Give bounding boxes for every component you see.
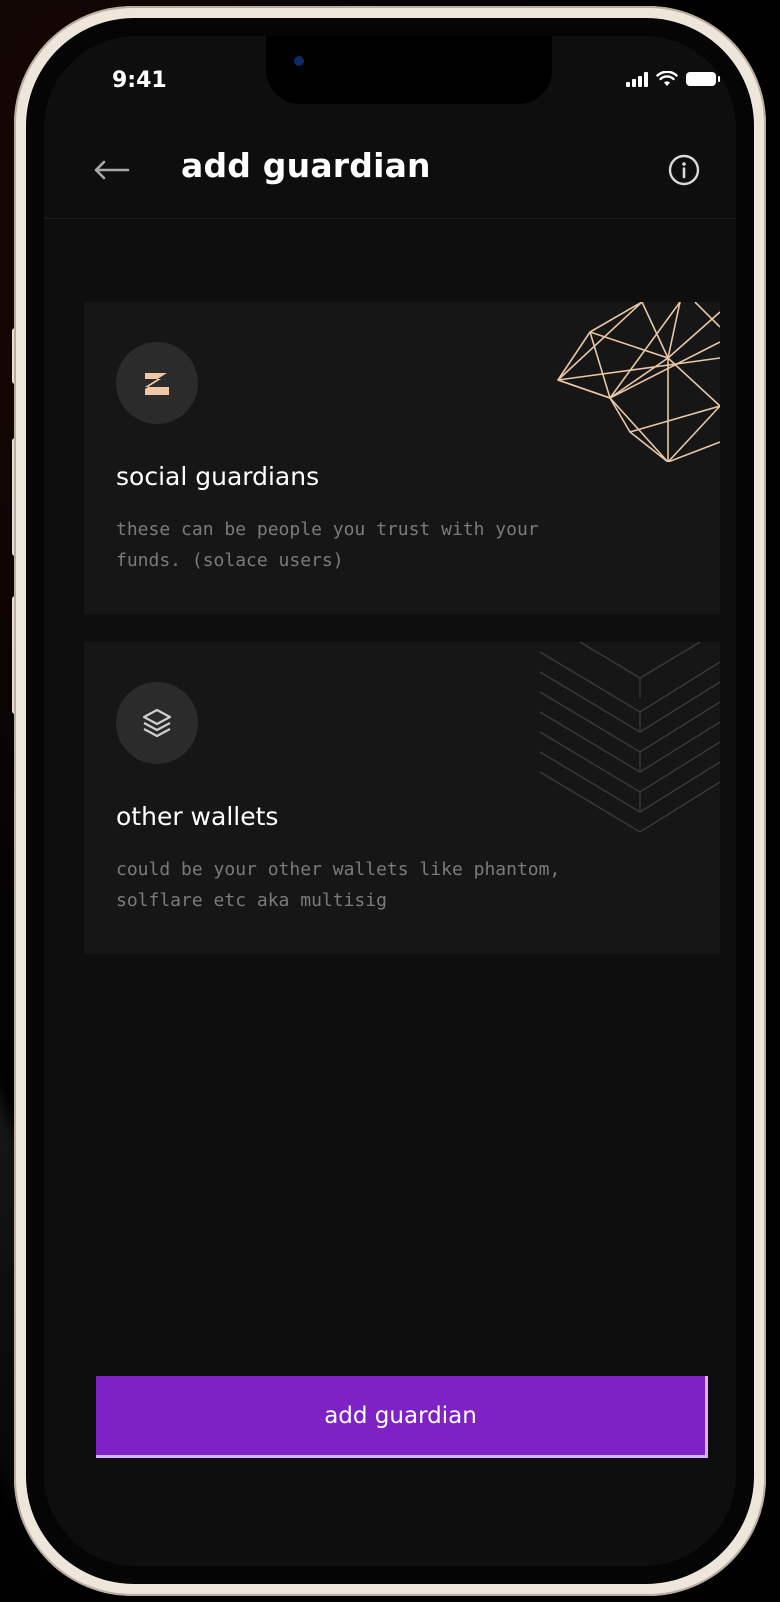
- backdrop: 9:41 add guardian social guardians these…: [0, 0, 780, 1602]
- other-wallets-card[interactable]: other wallets could be your other wallet…: [84, 642, 720, 954]
- status-icons: [626, 71, 720, 87]
- cellular-signal-icon: [626, 71, 648, 87]
- arrow-left-icon: [94, 160, 130, 180]
- card-description: could be your other wallets like phantom…: [116, 859, 561, 911]
- notch: [266, 36, 552, 104]
- layers-icon: [116, 682, 198, 764]
- card-title: social guardians: [116, 462, 320, 491]
- solace-s-logo-icon: [116, 342, 198, 424]
- status-time: 9:41: [112, 68, 167, 93]
- phone-screen: 9:41 add guardian social guardians these…: [44, 36, 736, 1566]
- info-button[interactable]: [664, 150, 704, 190]
- stacked-layers-art: [540, 642, 720, 832]
- top-bar: add guardian: [44, 128, 736, 219]
- social-guardians-card[interactable]: social guardians these can be people you…: [84, 302, 720, 614]
- battery-icon: [686, 72, 720, 86]
- geometric-star-art: [557, 302, 720, 462]
- page-title: add guardian: [181, 146, 431, 185]
- card-description: these can be people you trust with your …: [116, 519, 539, 571]
- info-circle-icon: [668, 154, 700, 186]
- add-guardian-button[interactable]: add guardian: [96, 1376, 708, 1458]
- back-button[interactable]: [90, 150, 134, 190]
- add-guardian-button-label: add guardian: [324, 1402, 477, 1429]
- wifi-icon: [656, 71, 678, 86]
- front-camera: [294, 56, 304, 66]
- card-title: other wallets: [116, 802, 279, 831]
